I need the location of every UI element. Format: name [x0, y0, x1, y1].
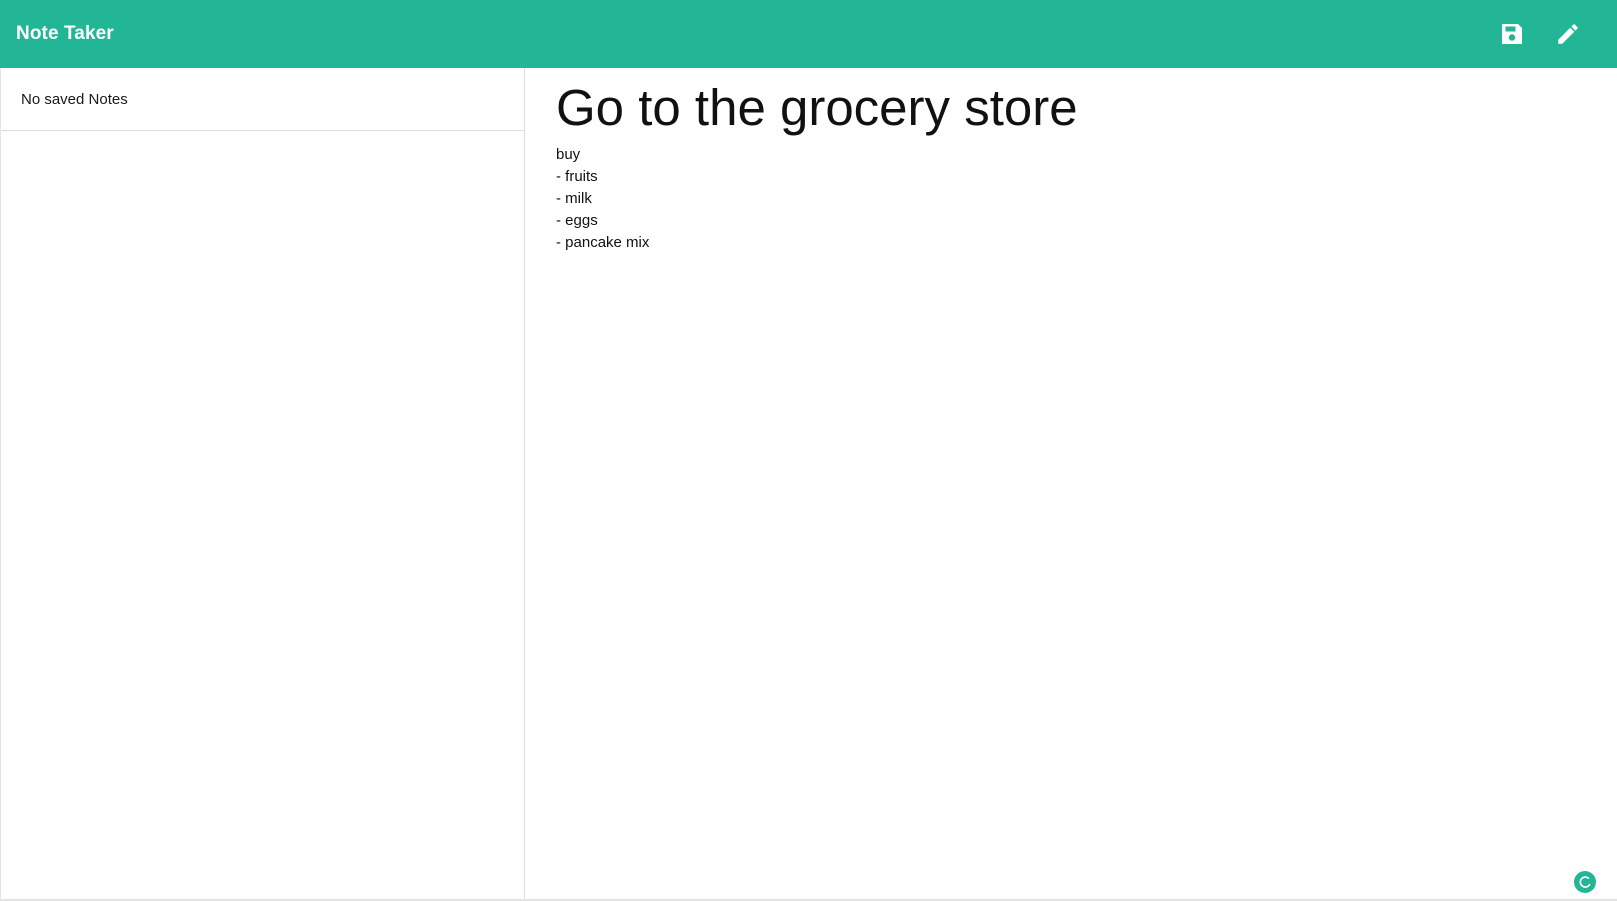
toolbar-actions [1495, 17, 1585, 51]
empty-notes-label: No saved Notes [21, 90, 128, 108]
note-title-input[interactable] [556, 80, 1586, 137]
app-title[interactable]: Note Taker [16, 23, 114, 45]
note-body-textarea[interactable]: buy - fruits - milk - eggs - pancake mix [556, 144, 1586, 795]
new-note-button[interactable] [1551, 17, 1585, 51]
note-editor: buy - fruits - milk - eggs - pancake mix [525, 68, 1617, 901]
loading-icon [1579, 876, 1591, 888]
loading-indicator [1574, 871, 1596, 893]
save-icon [1502, 24, 1522, 44]
navbar: Note Taker [0, 0, 1617, 68]
empty-notes-item: No saved Notes [1, 68, 524, 131]
notes-sidebar: No saved Notes [0, 68, 525, 901]
pencil-icon [1558, 24, 1578, 44]
save-button[interactable] [1495, 17, 1529, 51]
